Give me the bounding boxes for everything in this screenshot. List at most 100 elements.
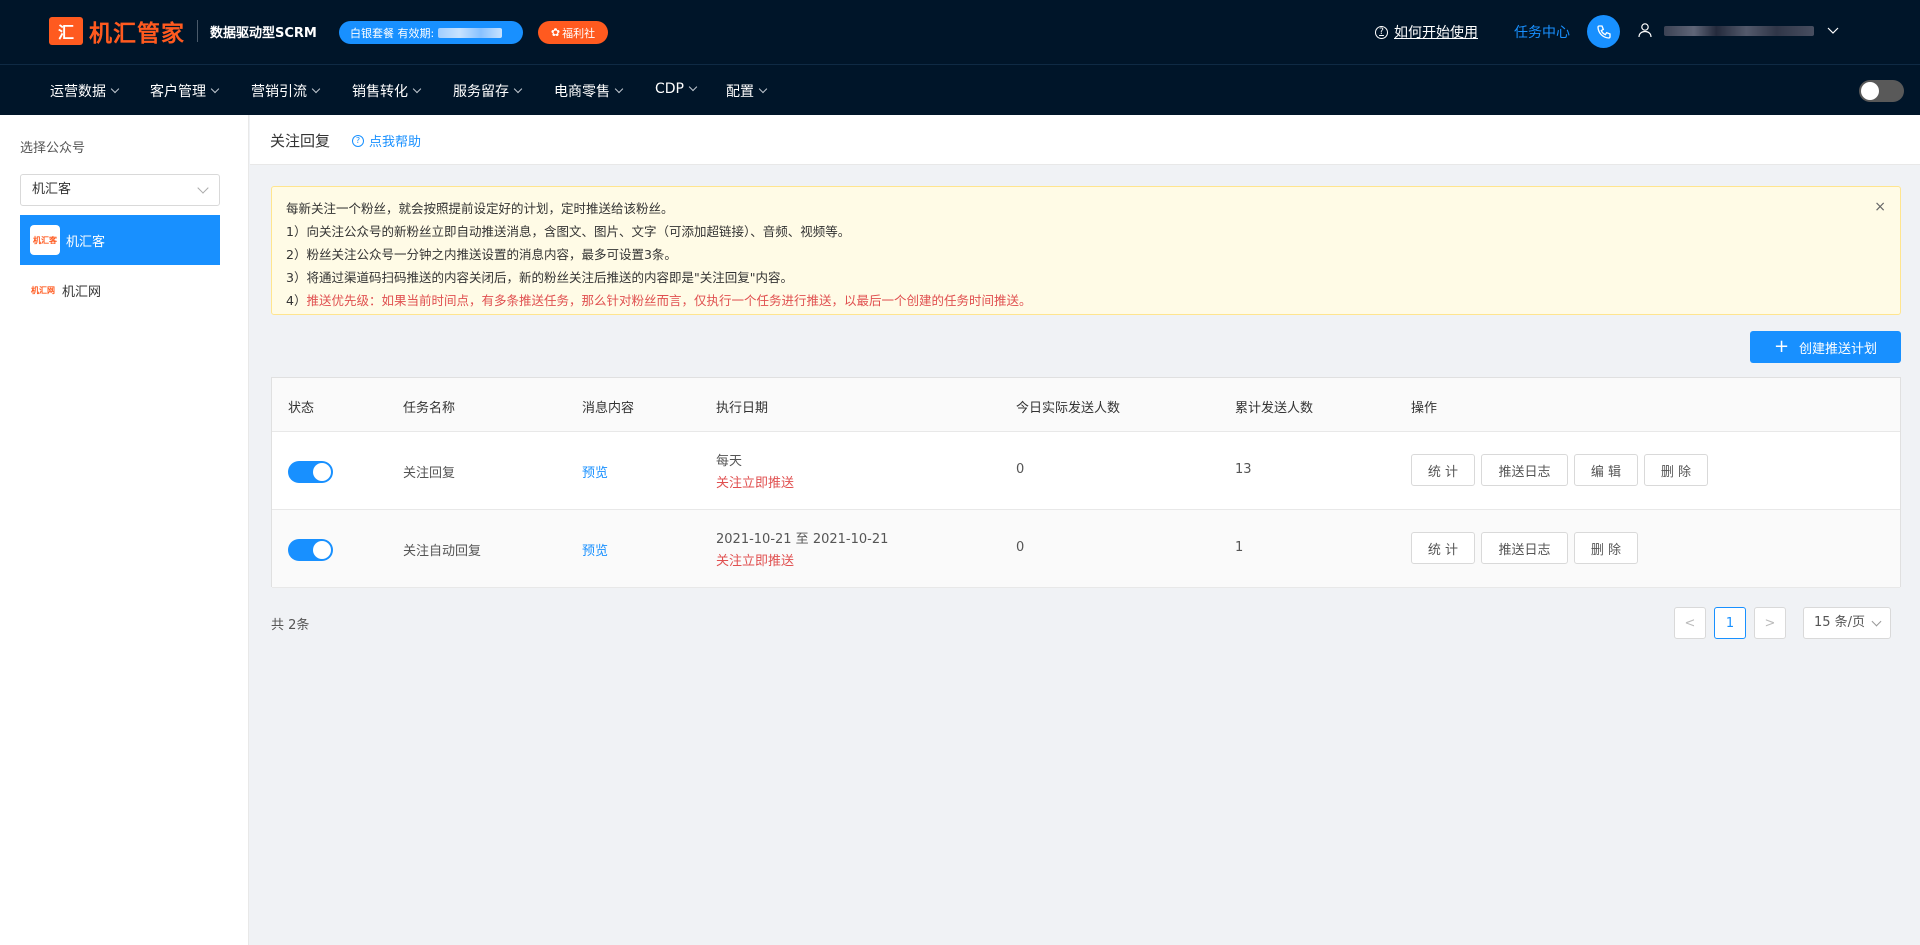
- help-link[interactable]: ? 点我帮助: [352, 131, 421, 150]
- chevron-down-icon: [110, 84, 120, 94]
- nav-item-marketing[interactable]: 营销引流: [251, 81, 321, 101]
- nav-label: 销售转化: [352, 84, 408, 100]
- task-name: 关注回复: [403, 466, 456, 481]
- nav-item-customers[interactable]: 客户管理: [150, 81, 220, 101]
- stats-button[interactable]: 统 计: [1411, 532, 1475, 564]
- task-table: 状态 任务名称 消息内容 执行日期 今日实际发送人数 累计发送人数 操作 关注回…: [271, 377, 1901, 588]
- today-count: 0: [1016, 462, 1025, 477]
- nav-label: 运营数据: [50, 84, 106, 100]
- notice-line: 3）将通过渠道码扫码推送的内容关闭后，新的粉丝关注后推送的内容即是"关注回复"内…: [286, 270, 793, 285]
- exec-date-value: 2021-10-21 至 2021-10-21: [716, 532, 889, 547]
- slogan: 数据驱动型SCRM: [210, 25, 317, 41]
- toggle-knob: [1861, 82, 1879, 100]
- exec-date-value: 每天: [716, 454, 743, 469]
- page-size-value: 15 条/页: [1814, 615, 1866, 630]
- task-center-link[interactable]: 任务中心: [1514, 22, 1570, 42]
- top-header: 汇 机汇管家 数据驱动型SCRM 白银套餐 有效期: ✿ 福利社 ? 如何开始使…: [0, 0, 1920, 64]
- logo-divider: [197, 20, 198, 42]
- sidebar: 选择公众号 机汇客 机汇客 机汇客 机汇网 机汇网: [0, 115, 249, 945]
- notice-line: 1）向关注公众号的新粉丝立即自动推送消息，含图文、图片、文字（可添加超链接）、音…: [286, 224, 851, 239]
- help-label: 点我帮助: [369, 135, 422, 150]
- total-count: 13: [1235, 462, 1252, 477]
- toggle-knob: [313, 463, 331, 481]
- notice-line: 2）粉丝关注公众号一分钟之内推送设置的消息内容，最多可设置3条。: [286, 247, 677, 262]
- nav-label: 服务留存: [453, 84, 509, 100]
- next-page-button[interactable]: >: [1754, 607, 1786, 639]
- notice-line: 每新关注一个粉丝，就会按照提前设定好的计划，定时推送给该粉丝。: [286, 201, 674, 216]
- account-name: 机汇客: [66, 234, 106, 250]
- nav-item-ecommerce[interactable]: 电商零售: [554, 81, 624, 101]
- chevron-down-icon: [513, 84, 523, 94]
- nav-item-cdp[interactable]: CDP: [655, 81, 698, 97]
- plan-badge[interactable]: 白银套餐 有效期:: [339, 21, 523, 44]
- phone-button[interactable]: [1587, 15, 1620, 48]
- close-icon[interactable]: ×: [1874, 199, 1886, 215]
- account-logo-icon: 机汇网: [31, 285, 55, 295]
- user-icon[interactable]: [1638, 22, 1652, 38]
- welfare-label: 福利社: [562, 26, 596, 40]
- push-log-button[interactable]: 推送日志: [1481, 532, 1568, 564]
- main-nav: 运营数据 客户管理 营销引流 销售转化 服务留存 电商零售 CDP 配置: [0, 64, 1920, 115]
- page-size-select[interactable]: 15 条/页: [1803, 607, 1891, 639]
- brand-logo[interactable]: 汇 机汇管家 数据驱动型SCRM: [49, 14, 317, 48]
- plus-icon: +: [1773, 336, 1790, 357]
- welfare-button[interactable]: ✿ 福利社: [538, 21, 608, 44]
- page-1-button[interactable]: 1: [1714, 607, 1746, 639]
- nav-item-operations[interactable]: 运营数据: [50, 81, 120, 101]
- question-icon: ?: [352, 134, 364, 147]
- create-button-label: 创建推送计划: [1799, 341, 1878, 357]
- user-name-redacted[interactable]: [1664, 26, 1814, 36]
- sidebar-item-account-2[interactable]: 机汇网 机汇网: [20, 265, 220, 315]
- account-logo-icon: 机汇客: [30, 225, 60, 255]
- col-total: 累计发送人数: [1235, 401, 1314, 416]
- status-toggle[interactable]: [288, 539, 333, 561]
- theme-toggle[interactable]: [1859, 80, 1904, 102]
- delete-button[interactable]: 删 除: [1574, 532, 1638, 564]
- question-icon: ?: [1375, 25, 1388, 39]
- create-push-plan-button[interactable]: + 创建推送计划: [1750, 331, 1901, 363]
- nav-label: CDP: [655, 81, 684, 97]
- chevron-down-icon: [311, 84, 321, 94]
- notice-warning-text: 推送优先级：如果当前时间点，有多条推送任务，那么针对粉丝而言，仅执行一个任务进行…: [306, 293, 1032, 308]
- chevron-down-icon: [1871, 616, 1882, 627]
- toggle-knob: [313, 541, 331, 559]
- preview-link[interactable]: 预览: [582, 462, 608, 481]
- page-header: 关注回复 ? 点我帮助: [250, 115, 1920, 165]
- plan-expiry-redacted: [438, 27, 503, 38]
- nav-item-service[interactable]: 服务留存: [453, 81, 523, 101]
- nav-label: 电商零售: [554, 84, 610, 100]
- total-count-label: 共 2条: [271, 618, 310, 633]
- push-log-button[interactable]: 推送日志: [1481, 454, 1568, 486]
- status-toggle[interactable]: [288, 461, 333, 483]
- logo-mark-icon: 汇: [49, 17, 83, 45]
- exec-date: 每天 关注立即推送: [716, 450, 794, 491]
- delete-button[interactable]: 删 除: [1644, 454, 1708, 486]
- task-name: 关注自动回复: [403, 544, 482, 559]
- logo-text: 机汇管家: [89, 21, 185, 47]
- col-status: 状态: [288, 401, 315, 416]
- chevron-down-icon: [688, 82, 698, 92]
- nav-item-settings[interactable]: 配置: [726, 81, 768, 101]
- nav-label: 营销引流: [251, 84, 307, 100]
- stats-button[interactable]: 统 计: [1411, 454, 1475, 486]
- chevron-down-icon[interactable]: [1826, 24, 1840, 38]
- exec-date: 2021-10-21 至 2021-10-21 关注立即推送: [716, 528, 888, 569]
- prev-page-button[interactable]: <: [1674, 607, 1706, 639]
- nav-item-sales[interactable]: 销售转化: [352, 81, 422, 101]
- gift-icon: ✿: [550, 26, 561, 39]
- info-notice: 每新关注一个粉丝，就会按照提前设定好的计划，定时推送给该粉丝。 1）向关注公众号…: [271, 186, 1901, 315]
- chevron-down-icon: [614, 84, 624, 94]
- table-row: 关注自动回复 预览 2021-10-21 至 2021-10-21 关注立即推送…: [272, 510, 1900, 588]
- exec-date-note: 关注立即推送: [716, 554, 795, 569]
- sidebar-title: 选择公众号: [20, 141, 86, 156]
- table-header: 状态 任务名称 消息内容 执行日期 今日实际发送人数 累计发送人数 操作: [272, 378, 1900, 432]
- getting-started-link[interactable]: ? 如何开始使用: [1375, 22, 1478, 42]
- nav-label: 客户管理: [150, 84, 206, 100]
- account-select[interactable]: 机汇客: [20, 174, 220, 206]
- col-ops: 操作: [1411, 401, 1438, 416]
- sidebar-item-account-1[interactable]: 机汇客 机汇客: [20, 215, 220, 265]
- preview-link[interactable]: 预览: [582, 540, 608, 559]
- edit-button[interactable]: 编 辑: [1574, 454, 1638, 486]
- phone-icon: [1596, 24, 1611, 39]
- account-name: 机汇网: [62, 284, 102, 300]
